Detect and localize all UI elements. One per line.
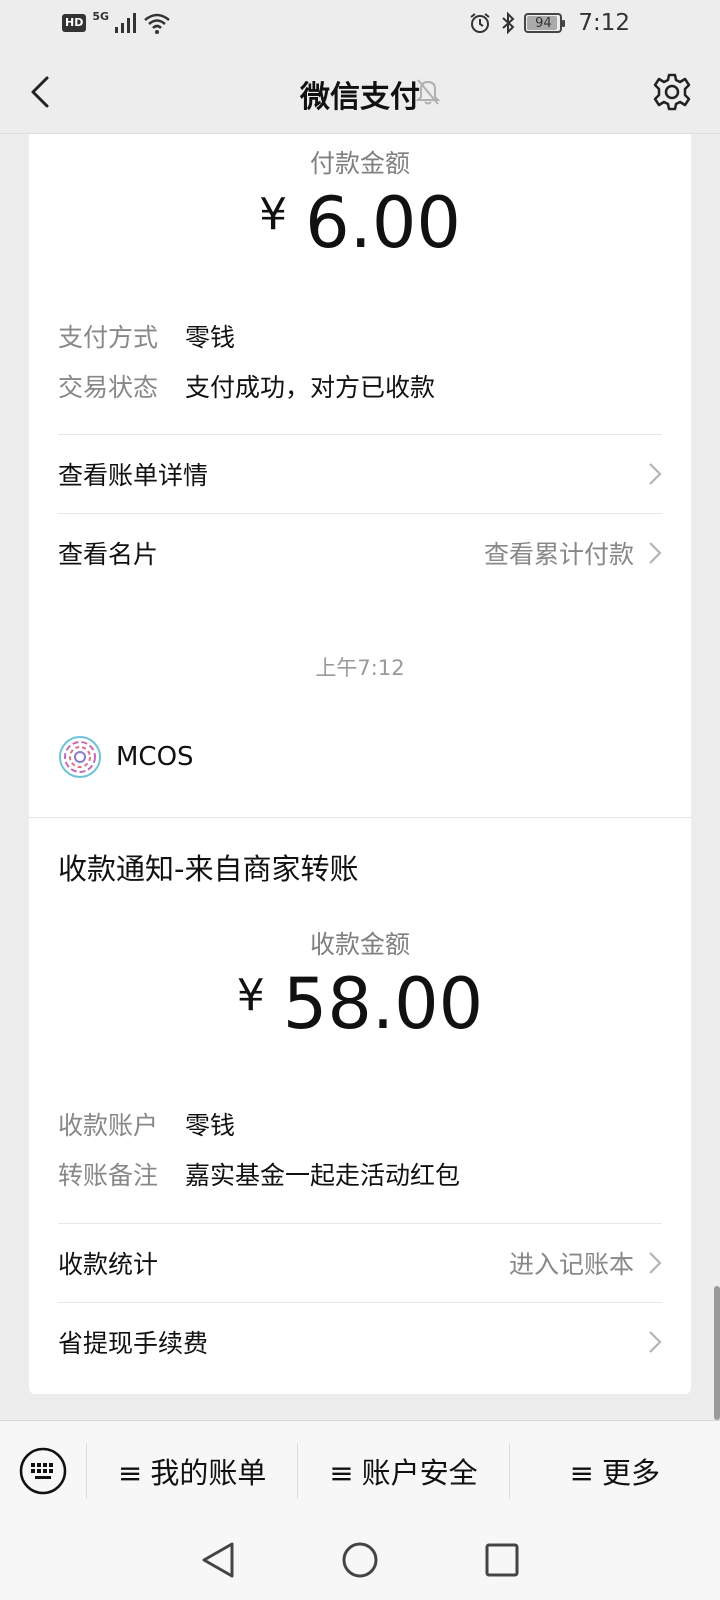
menu-more[interactable]: ≡ 更多 [510,1450,720,1492]
signal-icon [115,13,137,33]
hd-badge: HD [62,14,87,32]
bell-off-icon [415,79,441,105]
chevron-right-icon [649,542,662,564]
bottom-menu: ≡ 我的账单 ≡ 账户安全 ≡ 更多 [0,1420,720,1520]
menu-list-icon: ≡ [118,1455,143,1490]
status-bar: HD 5G 94 7:12 [0,0,720,50]
detail-value: 零钱 [185,1111,236,1140]
menu-label: 更多 [601,1455,660,1490]
merchant-header[interactable]: MCOS [58,735,194,779]
currency-symbol: ¥ [259,189,288,240]
payment-amount-value: 6.00 [305,182,461,264]
page-title: 微信支付 [300,80,420,115]
scrollbar[interactable] [714,1286,720,1420]
menu-list-icon: ≡ [329,1455,354,1490]
wifi-icon [144,13,170,34]
message-timestamp: 上午7:12 [315,656,405,680]
detail-value: 零钱 [185,323,236,352]
receipt-notice-title: 收款通知-来自商家转账 [58,852,359,886]
view-bill-details-row[interactable]: 查看账单详情 [58,434,662,513]
status-left: HD 5G [62,9,171,34]
bluetooth-icon [502,11,515,35]
row-right [634,462,662,486]
keyboard-button[interactable] [0,1421,86,1521]
view-cumulative-payment-link[interactable]: 查看累计付款 [484,535,634,571]
receipt-amount-label: 收款金额 [309,930,410,959]
view-card-row[interactable]: 查看名片 查看累计付款 [58,513,662,592]
battery-level: 94 [535,15,552,31]
menu-label: 我的账单 [150,1455,267,1490]
chevron-right-icon [649,1331,662,1353]
receipt-amount-value: 58.00 [282,963,484,1045]
menu-list-icon: ≡ [569,1455,594,1490]
merchant-logo-icon [59,736,101,778]
nav-back-icon[interactable] [200,1540,236,1580]
payment-amount: ¥6.00 [29,182,691,264]
card-divider [29,817,691,818]
detail-key: 支付方式 [58,323,159,352]
receipt-amount: ¥58.00 [29,963,691,1045]
row-label: 省提现手续费 [58,1329,209,1358]
system-nav-bar [0,1520,720,1600]
transfer-note-row: 转账备注 嘉实基金一起走活动红包 [58,1156,460,1192]
receipt-card: MCOS 收款通知-来自商家转账 收款金额 ¥58.00 收款账户 零钱 转账备… [29,703,691,1394]
payment-method-row: 支付方式 零钱 [58,318,235,354]
settings-button[interactable] [650,70,694,114]
alarm-icon [470,13,490,33]
detail-key: 收款账户 [58,1111,159,1140]
network-label: 5G [92,9,110,23]
message-list[interactable]: 付款金额 ¥6.00 支付方式 零钱 交易状态 支付成功，对方已收款 查看账单详… [0,134,720,1420]
row-right: 进入记账本 [509,1245,662,1281]
open-ledger-link[interactable]: 进入记账本 [509,1245,634,1281]
status-right: 94 7:12 [468,10,630,36]
receiving-account-row: 收款账户 零钱 [58,1106,235,1142]
battery-icon: 94 [524,13,566,33]
title-wrap: 微信支付 [0,72,720,116]
row-label: 收款统计 [58,1250,159,1279]
currency-symbol: ¥ [236,970,265,1021]
detail-key: 交易状态 [58,373,159,402]
menu-label: 账户安全 [361,1455,478,1490]
menu-my-bills[interactable]: ≡ 我的账单 [87,1450,297,1492]
row-right [634,1330,662,1354]
merchant-name: MCOS [116,742,194,772]
nav-home-icon[interactable] [340,1540,380,1580]
transaction-status-row: 交易状态 支付成功，对方已收款 [58,368,435,404]
row-right: 查看累计付款 [484,535,662,571]
chevron-right-icon [649,1252,662,1274]
menu-account-security[interactable]: ≡ 账户安全 [298,1450,508,1492]
clock: 7:12 [578,10,630,36]
keyboard-icon [19,1447,67,1494]
save-withdrawal-fee-row[interactable]: 省提现手续费 [58,1302,662,1381]
detail-value: 嘉实基金一起走活动红包 [185,1161,461,1190]
chevron-right-icon [649,463,662,485]
receipt-statistics-row[interactable]: 收款统计 进入记账本 [58,1223,662,1302]
title-bar: 微信支付 [0,50,720,134]
nav-recents-icon[interactable] [484,1542,520,1578]
payment-amount-label: 付款金额 [309,149,410,178]
detail-value: 支付成功，对方已收款 [185,373,436,402]
row-label: 查看名片 [58,540,159,569]
gear-icon [653,73,691,111]
row-label: 查看账单详情 [58,461,209,490]
detail-key: 转账备注 [58,1161,159,1190]
